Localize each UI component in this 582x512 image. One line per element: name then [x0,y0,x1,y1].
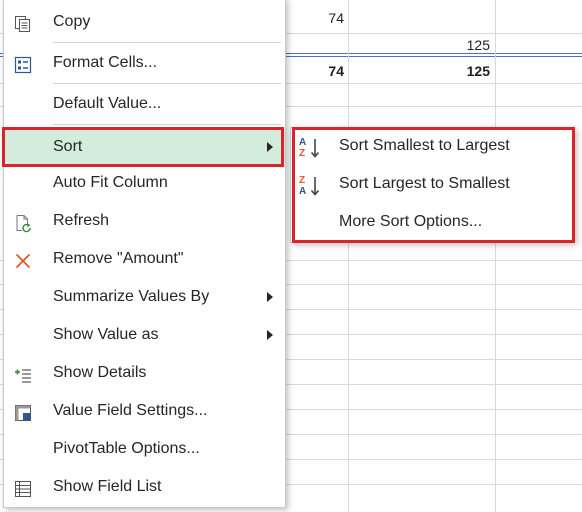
menu-item-summarize-values-by[interactable]: Summarize Values By [4,279,285,317]
submenu-item-sort-smallest-to-largest[interactable]: A Z Sort Smallest to Largest [291,128,574,166]
remove-icon [12,250,34,272]
menu-item-pivottable-options[interactable]: PivotTable Options... [4,431,285,469]
menu-item-label: Refresh [53,212,110,229]
menu-item-remove-field[interactable]: Remove "Amount" [4,241,285,279]
submenu-arrow-icon [267,142,273,152]
copy-icon [12,13,34,35]
sort-descending-icon: Z A [297,172,325,200]
grand-total-cell[interactable]: 125 [440,63,490,79]
svg-text:A: A [299,137,306,148]
menu-item-label: Default Value... [53,95,162,112]
menu-item-label: Remove "Amount" [53,250,184,267]
submenu-item-more-sort-options[interactable]: More Sort Options... [291,204,574,242]
show-details-icon [12,364,34,386]
menu-item-label: Sort [53,138,83,155]
format-cells-icon [12,54,34,76]
svg-text:Z: Z [299,175,305,186]
menu-item-refresh[interactable]: Refresh [4,203,285,241]
value-field-settings-icon [12,402,34,424]
menu-item-show-details[interactable]: Show Details [4,355,285,393]
menu-item-label: Copy [53,13,91,30]
menu-separator [53,124,281,125]
gridline [495,0,496,512]
submenu-item-sort-largest-to-smallest[interactable]: Z A Sort Largest to Smallest [291,166,574,204]
menu-item-label: Value Field Settings... [53,402,208,419]
pivot-cell-value[interactable]: 125 [440,37,490,53]
submenu-item-label: Sort Smallest to Largest [339,137,510,154]
menu-item-format-cells[interactable]: Format Cells... [4,45,285,83]
submenu-arrow-icon [267,292,273,302]
grand-total-cell[interactable]: 74 [300,63,344,79]
submenu-item-label: More Sort Options... [339,213,483,230]
menu-item-label: Show Field List [53,478,162,495]
menu-item-value-field-settings[interactable]: Value Field Settings... [4,393,285,431]
submenu-item-label: Sort Largest to Smallest [339,175,510,192]
pivot-cell-value[interactable]: 74 [300,10,344,26]
context-menu: Copy Format Cells... Default Value... So… [3,0,286,508]
menu-item-label: Auto Fit Column [53,174,168,191]
menu-item-default-value[interactable]: Default Value... [4,86,285,124]
field-list-icon [12,478,34,500]
gridline [348,0,349,512]
sort-submenu: A Z Sort Smallest to Largest Z A Sort La… [290,127,575,243]
menu-item-copy[interactable]: Copy [4,4,285,42]
menu-separator [53,83,281,84]
sort-ascending-icon: A Z [297,134,325,162]
menu-item-show-field-list[interactable]: Show Field List [4,469,285,507]
menu-item-label: PivotTable Options... [53,440,200,457]
menu-item-label: Summarize Values By [53,288,210,305]
menu-item-label: Show Value as [53,326,159,343]
svg-text:Z: Z [299,148,305,159]
menu-item-label: Format Cells... [53,54,158,71]
svg-text:A: A [299,186,306,197]
submenu-arrow-icon [267,330,273,340]
menu-separator [53,42,281,43]
menu-item-label: Show Details [53,364,147,381]
menu-item-auto-fit-column[interactable]: Auto Fit Column [4,165,285,203]
menu-item-sort[interactable]: Sort [4,129,285,167]
refresh-icon [12,212,34,234]
menu-item-show-value-as[interactable]: Show Value as [4,317,285,355]
